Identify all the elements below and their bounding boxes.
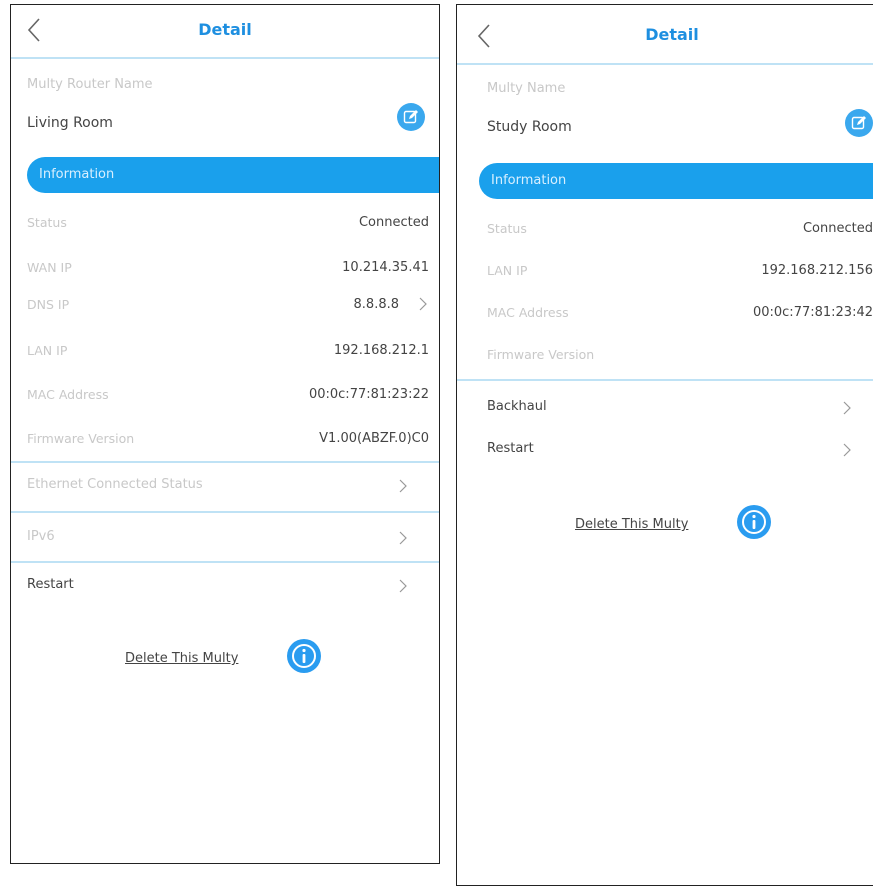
nav-item-backhaul[interactable]: Backhaul [487, 397, 853, 419]
row-key: WAN IP [27, 260, 72, 275]
edit-button[interactable] [397, 103, 425, 131]
info-row: Status Connected [487, 221, 873, 241]
right-screen: Detail Multy Name Study Room Information… [456, 4, 873, 886]
nav-label: IPv6 [27, 529, 55, 544]
nav-item-ipv6[interactable]: IPv6 [27, 527, 409, 549]
row-key: MAC Address [27, 387, 109, 402]
row-value: 8.8.8.8 [353, 297, 399, 312]
information-label: Information [39, 167, 115, 182]
edit-icon [403, 110, 418, 124]
info-row: LAN IP 192.168.212.1 [27, 343, 429, 363]
divider [11, 511, 439, 513]
row-value: 00:0c:77:81:23:22 [308, 387, 429, 402]
chevron-right-icon [399, 531, 407, 545]
row-value: 192.168.212.156 [761, 263, 873, 278]
edit-icon [851, 116, 866, 130]
divider [11, 461, 439, 463]
nav-label: Ethernet Connected Status [27, 477, 203, 492]
info-row: MAC Address 00:0c:77:81:23:42 [487, 305, 873, 325]
row-key: DNS IP [27, 297, 70, 312]
dns-ip-row[interactable]: DNS IP 8.8.8.8 [27, 297, 429, 317]
name-label: Multy Name [487, 81, 566, 96]
row-key: LAN IP [27, 343, 68, 358]
info-button[interactable] [737, 505, 771, 539]
edit-button[interactable] [845, 109, 873, 137]
row-key: Status [487, 221, 527, 236]
info-row: Firmware Version V1.00(ABZF.0)C0 [27, 431, 429, 451]
header: Detail [11, 5, 439, 59]
left-screen: Detail Multy Router Name Living Room Inf… [10, 4, 440, 864]
header: Detail [457, 5, 873, 65]
information-section-header: Information [27, 157, 439, 193]
page-title: Detail [198, 20, 252, 39]
information-label: Information [491, 173, 567, 188]
row-key: Firmware Version [27, 431, 135, 446]
info-button[interactable] [287, 639, 321, 673]
nav-label: Backhaul [487, 399, 547, 414]
info-row: MAC Address 00:0c:77:81:23:22 [27, 387, 429, 407]
chevron-right-icon [419, 297, 427, 311]
nav-item-restart[interactable]: Restart [27, 575, 409, 597]
nav-label: Restart [487, 441, 534, 456]
info-row: Status Connected [27, 215, 429, 235]
chevron-right-icon [399, 579, 407, 593]
info-icon [292, 644, 316, 668]
chevron-right-icon [399, 479, 407, 493]
row-value: Connected [358, 215, 429, 230]
page-title: Detail [645, 25, 699, 44]
info-icon [742, 510, 766, 534]
divider [457, 379, 873, 381]
row-value: Connected [802, 221, 873, 236]
name-value: Living Room [27, 115, 113, 131]
row-value: V1.00(ABZF.0)C0 [319, 431, 429, 446]
name-label: Multy Router Name [27, 77, 153, 92]
row-value: 192.168.212.1 [333, 343, 429, 358]
info-row: Firmware Version [487, 347, 873, 367]
name-value: Study Room [487, 119, 572, 135]
information-section-header: Information [479, 163, 873, 199]
row-key: Status [27, 215, 67, 230]
chevron-right-icon [843, 443, 851, 457]
row-key: MAC Address [487, 305, 569, 320]
delete-multy-link[interactable]: Delete This Multy [125, 651, 238, 666]
row-key: LAN IP [487, 263, 528, 278]
delete-multy-link[interactable]: Delete This Multy [575, 517, 688, 532]
info-row: LAN IP 192.168.212.156 [487, 263, 873, 283]
nav-item-restart[interactable]: Restart [487, 439, 853, 461]
nav-label: Restart [27, 577, 74, 592]
row-value: 00:0c:77:81:23:42 [752, 305, 873, 320]
row-key: Firmware Version [487, 347, 595, 362]
divider [11, 561, 439, 563]
info-row: WAN IP 10.214.35.41 [27, 260, 429, 280]
row-value: 10.214.35.41 [342, 260, 429, 275]
chevron-right-icon [843, 401, 851, 415]
nav-item-ethernet-connected-status[interactable]: Ethernet Connected Status [27, 475, 409, 497]
